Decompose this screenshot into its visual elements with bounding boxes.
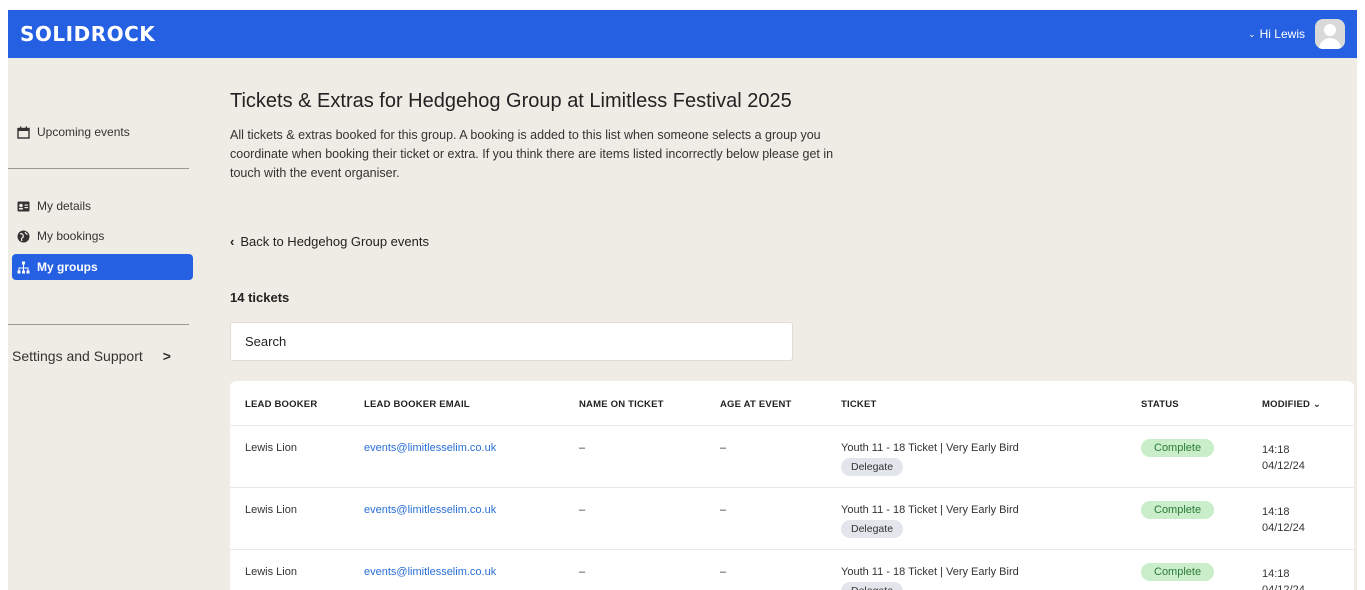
column-header-lead-booker[interactable]: LEAD BOOKER <box>245 399 317 410</box>
name-on-ticket-cell: – <box>579 566 586 578</box>
main-content: Tickets & Extras for Hedgehog Group at L… <box>201 58 1357 590</box>
ticket-cell: Youth 11 - 18 Ticket | Very Early Bird D… <box>841 504 1019 538</box>
avatar[interactable] <box>1315 19 1345 49</box>
sidebar-item-label: My details <box>37 199 92 213</box>
email-link[interactable]: events@limitlesselim.co.uk <box>364 504 496 516</box>
search-input[interactable] <box>230 322 793 361</box>
settings-and-support-link[interactable]: Settings and Support > <box>12 348 171 364</box>
user-menu[interactable]: ⌄ Hi Lewis <box>1248 19 1345 49</box>
modified-cell: 14:18 04/12/24 <box>1262 442 1305 474</box>
delegate-badge: Delegate <box>841 582 904 590</box>
table-row[interactable]: Lewis Lion events@limitlesselim.co.uk – … <box>230 425 1354 487</box>
user-menu-toggle[interactable]: ⌄ Hi Lewis <box>1248 27 1305 41</box>
globe-icon <box>16 229 30 243</box>
modified-date: 04/12/24 <box>1262 522 1305 534</box>
chevron-right-icon: > <box>162 348 171 364</box>
calendar-icon <box>16 125 30 139</box>
modified-date: 04/12/24 <box>1262 584 1305 590</box>
modified-cell: 14:18 04/12/24 <box>1262 566 1305 590</box>
lead-booker-cell: Lewis Lion <box>245 504 297 516</box>
greeting: Hi Lewis <box>1259 27 1305 41</box>
email-link[interactable]: events@limitlesselim.co.uk <box>364 442 496 454</box>
delegate-badge: Delegate <box>841 458 904 476</box>
ticket-cell: Youth 11 - 18 Ticket | Very Early Bird D… <box>841 566 1019 590</box>
lead-booker-cell: Lewis Lion <box>245 442 297 454</box>
status-cell: Complete <box>1141 439 1215 457</box>
modified-time: 14:18 <box>1262 444 1290 456</box>
ticket-name: Youth 11 - 18 Ticket | Very Early Bird <box>841 504 1019 516</box>
ticket-count: 14 tickets <box>230 290 290 305</box>
column-header-status[interactable]: STATUS <box>1141 399 1179 410</box>
ticket-cell: Youth 11 - 18 Ticket | Very Early Bird D… <box>841 442 1019 476</box>
sidebar: Upcoming events My details My bookings M… <box>8 58 201 590</box>
name-on-ticket-cell: – <box>579 504 586 516</box>
modified-time: 14:18 <box>1262 506 1290 518</box>
top-bar: SOLIDROCK ⌄ Hi Lewis <box>8 10 1357 58</box>
sidebar-item-my-details[interactable]: My details <box>12 193 193 219</box>
age-cell: – <box>720 442 727 454</box>
status-badge: Complete <box>1141 501 1215 519</box>
status-badge: Complete <box>1141 563 1215 581</box>
age-cell: – <box>720 504 727 516</box>
column-header-ticket[interactable]: TICKET <box>841 399 877 410</box>
sidebar-item-label: My groups <box>37 260 98 274</box>
modified-time: 14:18 <box>1262 568 1290 580</box>
sidebar-item-label: Upcoming events <box>37 125 130 139</box>
page-title: Tickets & Extras for Hedgehog Group at L… <box>230 90 792 112</box>
sidebar-divider <box>8 324 189 325</box>
logo[interactable]: SOLIDROCK <box>20 22 155 46</box>
chevron-down-icon: ⌄ <box>1248 28 1256 39</box>
tickets-table: LEAD BOOKER LEAD BOOKER EMAIL NAME ON TI… <box>230 381 1354 590</box>
hierarchy-icon <box>16 260 30 274</box>
ticket-name: Youth 11 - 18 Ticket | Very Early Bird <box>841 442 1019 454</box>
column-header-name-on-ticket[interactable]: NAME ON TICKET <box>579 399 664 410</box>
table-row[interactable]: Lewis Lion events@limitlesselim.co.uk – … <box>230 487 1354 549</box>
sidebar-item-my-groups[interactable]: My groups <box>12 254 193 280</box>
modified-date: 04/12/24 <box>1262 460 1305 472</box>
status-cell: Complete <box>1141 563 1215 581</box>
delegate-badge: Delegate <box>841 520 904 538</box>
status-cell: Complete <box>1141 501 1215 519</box>
column-header-age-at-event[interactable]: AGE AT EVENT <box>720 399 792 410</box>
table-row[interactable]: Lewis Lion events@limitlesselim.co.uk – … <box>230 549 1354 590</box>
lead-booker-cell: Lewis Lion <box>245 566 297 578</box>
sidebar-divider <box>8 168 189 169</box>
name-on-ticket-cell: – <box>579 442 586 454</box>
status-badge: Complete <box>1141 439 1215 457</box>
column-header-modified[interactable]: MODIFIED ⌄ <box>1262 399 1321 410</box>
column-header-lead-booker-email[interactable]: LEAD BOOKER EMAIL <box>364 399 470 410</box>
modified-cell: 14:18 04/12/24 <box>1262 504 1305 536</box>
email-link[interactable]: events@limitlesselim.co.uk <box>364 566 496 578</box>
back-link-label: Back to Hedgehog Group events <box>240 234 429 249</box>
age-cell: – <box>720 566 727 578</box>
sidebar-item-upcoming-events[interactable]: Upcoming events <box>12 119 193 145</box>
chevron-left-icon: ‹ <box>230 234 235 249</box>
settings-label: Settings and Support <box>12 348 143 364</box>
page-description: All tickets & extras booked for this gro… <box>230 128 834 180</box>
sidebar-item-my-bookings[interactable]: My bookings <box>12 223 193 249</box>
id-card-icon <box>16 199 30 213</box>
ticket-name: Youth 11 - 18 Ticket | Very Early Bird <box>841 566 1019 578</box>
sidebar-item-label: My bookings <box>37 229 105 243</box>
back-link[interactable]: ‹ Back to Hedgehog Group events <box>230 234 429 249</box>
